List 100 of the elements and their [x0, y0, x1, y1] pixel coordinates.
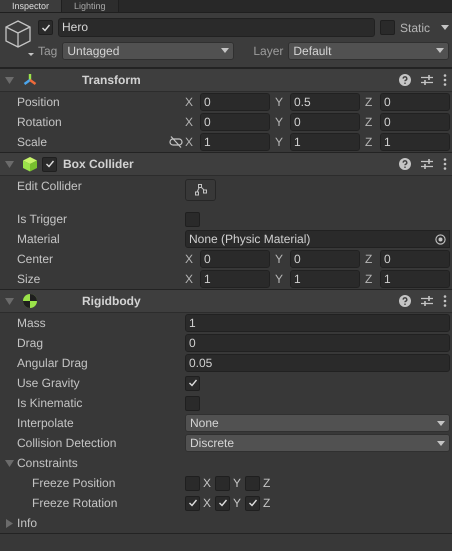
checkbox[interactable] [215, 496, 230, 510]
number-field[interactable]: 0.5 [290, 93, 360, 111]
property-label: Angular Drag [17, 356, 89, 370]
checkbox[interactable] [215, 476, 230, 490]
property-label: Use Gravity [17, 376, 81, 390]
more-options-icon[interactable] [443, 74, 447, 86]
help-icon[interactable] [399, 295, 411, 307]
caret-icon[interactable] [441, 25, 449, 30]
property-label: Interpolate [17, 416, 75, 430]
panel-tab[interactable]: Lighting [62, 0, 119, 12]
property-label: Drag [17, 336, 44, 350]
property-label: Is Trigger [17, 212, 68, 226]
property-label: Position [17, 95, 61, 109]
dropdown[interactable]: Discrete [185, 434, 450, 452]
property-label: Collision Detection [17, 436, 118, 450]
node-path-icon [194, 184, 208, 196]
number-field[interactable]: 0 [380, 93, 450, 111]
check-icon [218, 498, 228, 508]
axis-label: Z [365, 252, 374, 266]
axis-label: X [185, 252, 194, 266]
axis-label: Y [275, 115, 284, 129]
property-label: Size [17, 272, 42, 286]
active-checkbox[interactable] [38, 20, 53, 35]
axis-label: X [185, 272, 194, 286]
number-field[interactable]: 0.05 [185, 354, 450, 372]
checkbox[interactable] [185, 476, 200, 490]
number-field[interactable]: 0 [200, 93, 270, 111]
layer-dropdown[interactable]: Default [288, 42, 449, 60]
property-label: Freeze Position [31, 476, 116, 490]
number-field[interactable]: 1 [200, 133, 270, 151]
axes-icon [22, 72, 38, 88]
checkbox[interactable] [185, 496, 200, 510]
property-label: Rotation [17, 115, 63, 129]
check-icon [188, 378, 198, 388]
cube-icon [22, 156, 38, 172]
axis-label: X [185, 95, 194, 109]
check-icon [40, 22, 50, 32]
panel-tab[interactable]: Inspector [0, 0, 62, 12]
settings-icon[interactable] [421, 74, 433, 86]
number-field[interactable]: 0 [380, 113, 450, 131]
edit-collider-button[interactable] [185, 179, 216, 201]
number-field[interactable]: 0 [290, 250, 360, 268]
component-header[interactable]: Rigidbody [0, 290, 452, 313]
caret-icon [437, 420, 445, 426]
property-label: Is Kinematic [17, 396, 84, 410]
number-field[interactable]: 1 [290, 270, 360, 288]
caret-icon [436, 48, 444, 53]
check-icon [44, 159, 54, 169]
checkbox[interactable] [245, 476, 260, 490]
static-checkbox[interactable] [380, 20, 395, 35]
tag-dropdown[interactable]: Untagged [62, 42, 234, 60]
caret-icon [221, 48, 230, 53]
component-header[interactable]: Transform [0, 69, 452, 92]
axis-label: Z [365, 95, 374, 109]
axis-label: Z [365, 272, 374, 286]
object-field[interactable]: None (Physic Material) [185, 230, 450, 248]
object-picker-icon[interactable] [435, 234, 446, 244]
foldout-label[interactable]: Constraints [17, 456, 167, 470]
help-icon[interactable] [399, 74, 411, 86]
number-field[interactable]: 1 [185, 314, 450, 332]
component-header[interactable]: Box Collider [0, 153, 452, 176]
property-label: Mass [17, 316, 47, 330]
name-field[interactable]: Hero [58, 18, 375, 37]
axis-label: X [185, 135, 194, 149]
enabled-checkbox[interactable] [42, 156, 57, 172]
number-field[interactable]: 0 [185, 334, 450, 352]
axis-label: Y [233, 496, 242, 510]
number-field[interactable]: 1 [380, 133, 450, 151]
unlinked-icon[interactable] [169, 136, 183, 148]
axis-label: Z [263, 496, 270, 510]
checkbox[interactable] [245, 496, 260, 510]
number-field[interactable]: 1 [380, 270, 450, 288]
checkbox[interactable] [185, 212, 200, 226]
axis-label: X [203, 476, 212, 490]
axis-label: Z [263, 476, 270, 490]
number-field[interactable]: 0 [380, 250, 450, 268]
component-title: Box Collider [63, 157, 134, 171]
number-field[interactable]: 0 [200, 113, 270, 131]
axis-label: X [185, 115, 194, 129]
checkbox[interactable] [185, 376, 200, 390]
axis-label: Y [275, 272, 284, 286]
number-field[interactable]: 0 [200, 250, 270, 268]
property-label: Material [17, 232, 61, 246]
settings-icon[interactable] [421, 158, 433, 170]
more-options-icon[interactable] [443, 158, 447, 170]
help-icon[interactable] [399, 158, 411, 170]
axis-label: Y [275, 95, 284, 109]
more-options-icon[interactable] [443, 295, 447, 307]
settings-icon[interactable] [421, 295, 433, 307]
axis-label: Z [365, 115, 374, 129]
foldout-label[interactable]: Info [17, 516, 167, 530]
checkbox[interactable] [185, 396, 200, 410]
layer-label: Layer [253, 44, 284, 58]
component-title: Transform [82, 73, 141, 87]
axis-label: Y [275, 135, 284, 149]
dropdown[interactable]: None [185, 414, 450, 432]
number-field[interactable]: 1 [290, 133, 360, 151]
check-icon [188, 498, 198, 508]
number-field[interactable]: 1 [200, 270, 270, 288]
number-field[interactable]: 0 [290, 113, 360, 131]
